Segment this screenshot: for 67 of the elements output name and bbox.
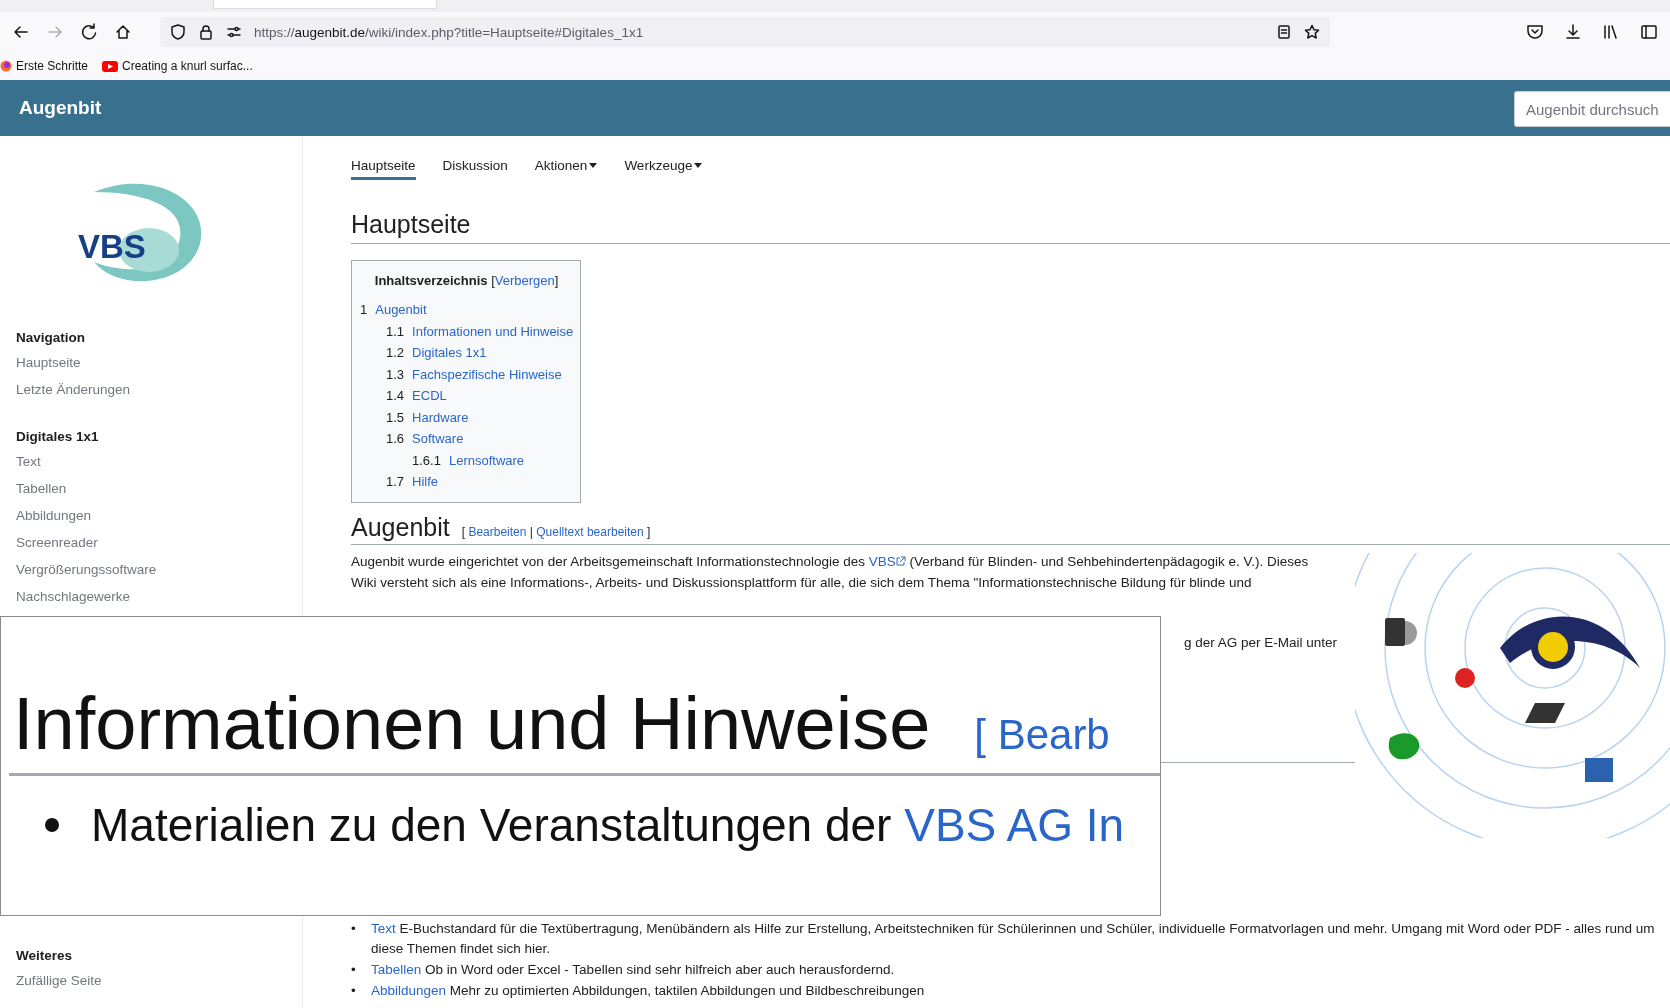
sidebar-link[interactable]: Letzte Änderungen — [16, 382, 302, 397]
paragraph-fragment: g der AG per E-Mail unter — [1182, 634, 1337, 650]
toc-link[interactable]: Hilfe — [412, 474, 439, 489]
vbs-link[interactable]: VBS — [868, 553, 906, 569]
page-tab[interactable]: Aktionen — [534, 158, 598, 180]
sidebar-link[interactable]: Screenreader — [16, 535, 302, 550]
toc-number: 1 — [360, 302, 368, 317]
list-item: Text E-Buchstandard für die Textübertragung, Menübändern als Hilfe zur Erstellung, Arbeitstechniken für Schülerinnen und Schüler, individuelle Formatvorlagen und mehr. Umgang mit Word oder PDF - alles rund um diese Themen findet sich hier. — [371, 919, 1656, 958]
list-item: Tabellen Ob in Word oder Excel - Tabellen sind sehr hilfreich aber auch herausfordernd. — [371, 960, 895, 979]
toc-title: Inhaltsverzeichnis — [374, 273, 488, 288]
page-tab[interactable]: Hauptseite — [351, 158, 416, 180]
toc-link[interactable]: Digitales 1x1 — [412, 345, 487, 360]
sidebar-link[interactable]: Abbildungen — [16, 508, 302, 523]
intro-paragraph: Augenbit wurde eingerichtet von der Arbeitsgemeinschaft Informationstechnologie des VBS (Verband für Blinden- und Sehbehindertenpädagogik e. V.). Dieses Wiki versteht sich als eine Informations-, Arbeits- und Diskussionsplattform für alle, die sich dem Thema "Informationstechnische Bildung für blinde und — [351, 552, 1310, 592]
toc-link[interactable]: Lernsoftware — [448, 452, 525, 468]
magnified-heading: Informationen und Hinweise — [13, 687, 931, 761]
address-bar[interactable]: https://augenbit.de/wiki/index.php?title=Hauptseite#Digitales_1x1 — [160, 17, 1330, 47]
page-title: Hauptseite — [351, 210, 1670, 244]
sidebar-heading: Navigation — [16, 330, 86, 345]
toc-number: 1.3 — [386, 366, 405, 382]
item-link[interactable]: Text — [371, 920, 396, 936]
bookmark[interactable]: Creating a knurl surfac... — [102, 59, 253, 73]
toc-number: 1.6 — [386, 431, 405, 446]
toc-link[interactable]: Software — [412, 431, 464, 446]
toc-link[interactable]: ECDL — [412, 388, 447, 403]
item-link[interactable]: Abbildungen — [371, 982, 447, 998]
magnified-edit-link[interactable]: [ Bearb — [974, 714, 1110, 756]
list-item: Abbildungen Mehr zu optimierten Abbildungen, taktilen Abbildungen und Bildbeschreibungen — [371, 981, 925, 1000]
toc-number: 1.4 — [386, 388, 405, 403]
toc-number: 1.1 — [386, 323, 405, 339]
separator: | — [529, 524, 533, 539]
toc-link[interactable]: Informationen und Hinweise — [412, 323, 574, 339]
toc-link[interactable]: Hardware — [412, 409, 469, 425]
bracket: [ — [491, 273, 495, 288]
sidebar-heading: Digitales 1x1 — [16, 429, 100, 444]
toc-number: 1.6.1 — [412, 452, 441, 468]
sidebar-heading: Weiteres — [16, 948, 74, 963]
url-text[interactable]: https://augenbit.de/wiki/index.php?title=Hauptseite#Digitales_1x1 — [254, 24, 1264, 40]
section-heading: Augenbit — [351, 512, 450, 542]
page-tab[interactable]: Diskussion — [442, 158, 508, 180]
bullet-marker: • — [351, 960, 357, 979]
sidebar-link[interactable]: Tabellen — [16, 481, 302, 496]
site-title[interactable]: Augenbit — [19, 97, 102, 119]
bookmark[interactable]: Erste Schritte — [0, 59, 89, 73]
bracket: [ — [461, 524, 466, 539]
bullet-marker: • — [351, 981, 357, 1000]
edit-link[interactable]: Quelltext bearbeiten — [536, 524, 644, 539]
magnified-list-item: Materialien zu den Veranstaltungen der VBS AG In — [91, 800, 1125, 851]
toc-number: 1.5 — [386, 409, 405, 425]
toc-number: 1.7 — [386, 474, 405, 489]
sidebar-link[interactable]: Hauptseite — [16, 355, 302, 370]
sidebar-link[interactable]: Text — [16, 454, 302, 469]
bracket: ] — [554, 273, 559, 288]
sidebar-link[interactable]: Nachschlagewerke — [16, 589, 302, 604]
bracket: ] — [647, 524, 651, 539]
edit-link[interactable]: Bearbeiten — [468, 524, 527, 539]
toc-link[interactable]: Fachspezifische Hinweise — [412, 366, 562, 382]
sidebar-link[interactable]: Vergrößerungssoftware — [16, 562, 302, 577]
search-field[interactable]: Augenbit durchsuch — [1514, 91, 1670, 127]
page-tab[interactable]: Werkzeuge — [624, 158, 703, 180]
toc-number: 1.2 — [386, 345, 405, 360]
magnified-link[interactable]: VBS AG In — [904, 799, 1125, 851]
bullet-marker: • — [351, 919, 357, 938]
toc-link[interactable]: Augenbit — [375, 302, 427, 317]
item-link[interactable]: Tabellen — [371, 961, 422, 977]
logo-text[interactable]: VBS — [78, 230, 146, 263]
sidebar-link[interactable]: Zufällige Seite — [16, 973, 302, 988]
